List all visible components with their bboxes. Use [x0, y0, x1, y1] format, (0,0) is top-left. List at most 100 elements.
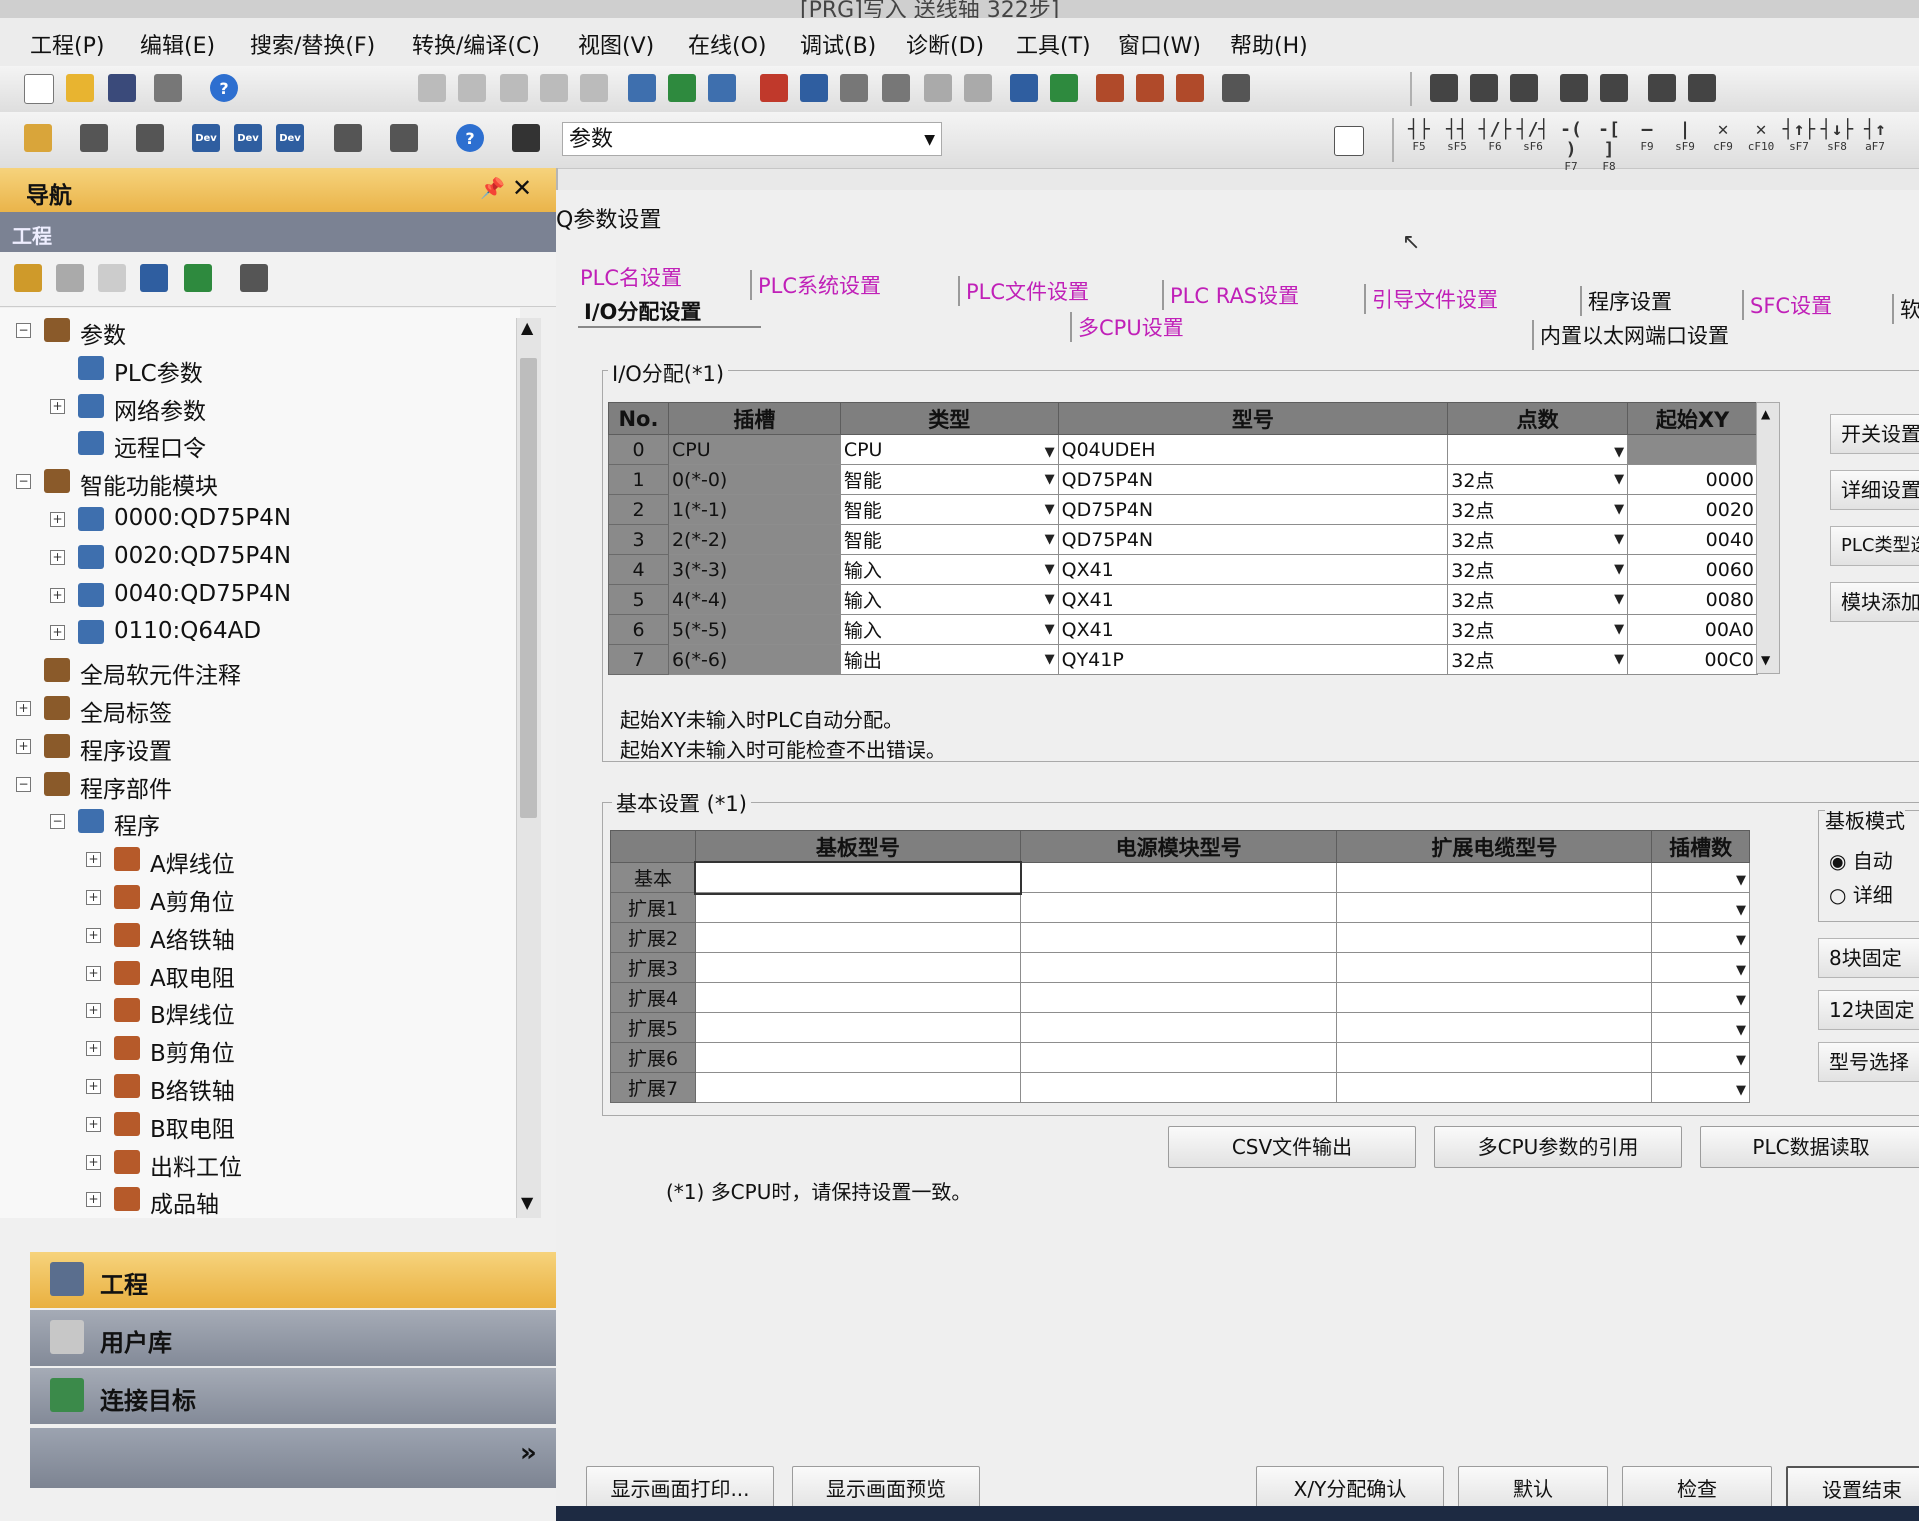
context-help-icon[interactable]: ? [456, 124, 484, 152]
cell-slot-count[interactable]: ▼ [1651, 952, 1750, 983]
device-batch-icon[interactable] [708, 74, 736, 102]
fkey-2[interactable]: ┤/├ F6 [1478, 120, 1512, 154]
menu-window[interactable]: 窗口(W) [1118, 28, 1201, 60]
chevron-down-icon[interactable]: ▼ [1614, 472, 1624, 487]
expand-icon[interactable]: + [50, 398, 65, 414]
tree-item[interactable]: + A取电阻 [0, 957, 510, 993]
cell-start-xy[interactable] [1627, 434, 1758, 465]
dev-1-icon[interactable]: Dev [192, 124, 220, 152]
chevron-down-icon[interactable]: ▼ [1045, 472, 1055, 487]
cell-power-model[interactable] [1019, 982, 1338, 1013]
tab-multi-cpu[interactable]: 多CPU设置 [1070, 312, 1184, 342]
ladder-tool-2-icon[interactable] [1470, 74, 1498, 102]
paste-icon[interactable] [500, 74, 528, 102]
expand-icon[interactable]: + [86, 1192, 101, 1208]
expand-icon[interactable]: + [86, 927, 101, 943]
expand-icon[interactable]: + [50, 549, 65, 565]
cell-base-model[interactable] [693, 860, 1023, 895]
chevron-down-icon[interactable]: ▼ [1736, 1053, 1746, 1068]
cell-type[interactable]: 输入 ▼ [839, 554, 1059, 585]
tree-item[interactable]: + B剪角位 [0, 1032, 510, 1068]
tree-item[interactable]: +0020:QD75P4N [0, 541, 510, 577]
tree-item[interactable]: + 程序设置 [0, 730, 510, 766]
ladder-tool-7-icon[interactable] [1688, 74, 1716, 102]
menu-debug[interactable]: 调试(B) [800, 28, 876, 60]
fkey-8[interactable]: ✕ cF9 [1706, 120, 1740, 154]
watch-icon[interactable] [334, 124, 362, 152]
cell-power-model[interactable] [1019, 1072, 1338, 1103]
cell-power-model[interactable] [1019, 1042, 1338, 1073]
fkey-10[interactable]: ┤↑├ sF7 [1782, 120, 1816, 154]
cell-slot-count[interactable]: ▼ [1651, 922, 1750, 953]
cell-type[interactable]: 智能 ▼ [839, 524, 1059, 555]
cell-base-model[interactable] [695, 922, 1021, 953]
fkey-6[interactable]: — F9 [1630, 120, 1664, 154]
collapse-icon[interactable]: − [16, 776, 31, 792]
tree-scrollbar[interactable]: ▲ ▼ [516, 318, 541, 1218]
ladder-tool-5-icon[interactable] [1600, 74, 1628, 102]
copy-icon[interactable] [458, 74, 486, 102]
cell-start-xy[interactable]: 0080 [1627, 584, 1758, 615]
cell-model[interactable]: QX41 [1057, 584, 1449, 615]
fkey-3[interactable]: ┤/┤ sF6 [1516, 120, 1550, 154]
csv-output-button[interactable]: CSV文件输出 [1168, 1126, 1416, 1168]
undo-icon[interactable] [540, 74, 568, 102]
scroll-down-icon[interactable]: ▼ [521, 1193, 533, 1212]
tab-plc-system[interactable]: PLC系统设置 [750, 270, 881, 300]
cell-power-model[interactable] [1019, 952, 1338, 983]
tree-item[interactable]: + A剪角位 [0, 881, 510, 917]
cell-start-xy[interactable]: 00C0 [1627, 644, 1758, 675]
fkey-5[interactable]: -[ ] F8 [1592, 120, 1626, 174]
cell-cable-model[interactable] [1336, 892, 1653, 923]
tab-plc-name[interactable]: PLC名设置 [574, 262, 682, 292]
cell-cable-model[interactable] [1336, 1072, 1653, 1103]
menu-help[interactable]: 帮助(H) [1230, 28, 1308, 60]
cell-slot-count[interactable]: ▼ [1651, 1072, 1750, 1103]
cell-points[interactable]: ▼ [1447, 434, 1629, 465]
compile-icon[interactable] [924, 74, 952, 102]
find-device-icon[interactable] [390, 124, 418, 152]
cell-base-model[interactable] [695, 892, 1021, 923]
menu-tools[interactable]: 工具(T) [1016, 28, 1091, 60]
element-selection-icon[interactable] [80, 124, 108, 152]
cell-start-xy[interactable]: 0060 [1627, 554, 1758, 585]
cell-points[interactable]: 32点 ▼ [1447, 554, 1629, 585]
scroll-thumb[interactable] [520, 358, 537, 818]
project-combo[interactable]: 参数 ▼ [562, 122, 942, 156]
expand-icon[interactable]: + [86, 1116, 101, 1132]
chevron-down-icon[interactable]: ▼ [1045, 502, 1055, 517]
tree-item[interactable]: − 智能功能模块 [0, 465, 510, 501]
chevron-down-icon[interactable]: ▼ [1736, 873, 1746, 888]
radio-unselected-icon[interactable]: ○ [1829, 883, 1846, 907]
cell-cable-model[interactable] [1336, 952, 1653, 983]
expand-icon[interactable]: + [86, 1041, 101, 1057]
comment-icon[interactable] [1096, 74, 1124, 102]
fixed-12-button[interactable]: 12块固定 [1818, 990, 1919, 1030]
print-icon[interactable] [154, 74, 182, 102]
module-add-button[interactable]: 模块添加 [1830, 582, 1919, 622]
cell-type[interactable]: 输入 ▼ [839, 584, 1059, 615]
device-icon[interactable] [628, 74, 656, 102]
tree-item[interactable]: − 程序部件 [0, 768, 510, 804]
tree-item[interactable]: + B焊线位 [0, 994, 510, 1030]
cell-type[interactable]: 智能 ▼ [839, 464, 1059, 495]
tree-item[interactable]: + B取电阻 [0, 1108, 510, 1144]
chevron-double-icon[interactable]: » [520, 1438, 537, 1468]
cell-cable-model[interactable] [1336, 1042, 1653, 1073]
cell-slot-count[interactable]: ▼ [1651, 1012, 1750, 1043]
cell-power-model[interactable] [1019, 922, 1338, 953]
menu-view[interactable]: 视图(V) [578, 28, 654, 60]
cell-type[interactable]: 智能 ▼ [839, 494, 1059, 525]
fkey-0[interactable]: ┤├ F5 [1402, 120, 1436, 154]
new-file-icon[interactable] [24, 74, 54, 104]
redo-icon[interactable] [580, 74, 608, 102]
new-data-icon[interactable] [14, 264, 42, 292]
scroll-up-icon[interactable]: ▲ [521, 318, 533, 337]
scroll-up-icon[interactable]: ▲ [1761, 407, 1770, 421]
plc-type-select-button[interactable]: PLC类型选择 [1830, 526, 1919, 566]
ladder-tool-3-icon[interactable] [1510, 74, 1538, 102]
chevron-down-icon[interactable]: ▼ [1045, 592, 1055, 607]
find-icon[interactable] [882, 74, 910, 102]
chevron-down-icon[interactable]: ▼ [1736, 1083, 1746, 1098]
radio-selected-icon[interactable]: ◉ [1829, 849, 1846, 873]
